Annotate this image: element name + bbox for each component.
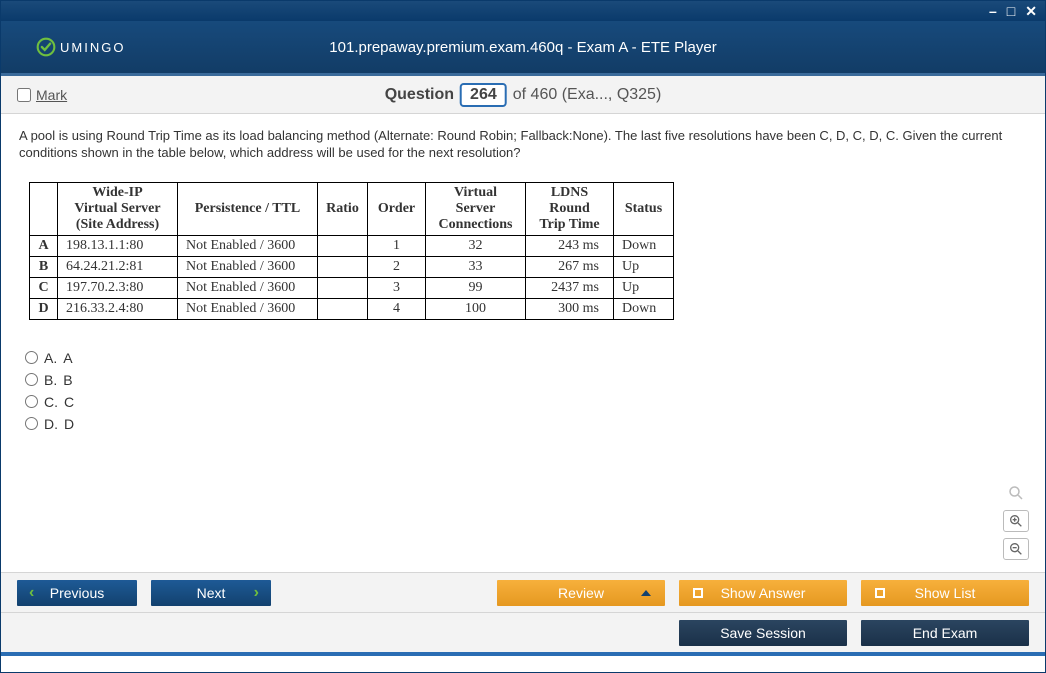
zoom-tools (1003, 482, 1029, 560)
question-indicator: Question 264 of 460 (Exa..., Q325) (385, 83, 662, 107)
mark-checkbox-wrap[interactable]: Mark (17, 87, 67, 103)
question-label: Question (385, 86, 454, 104)
cell-rtt: 267 ms (526, 256, 614, 277)
next-button[interactable]: Next › (151, 580, 271, 606)
answer-text: D (64, 416, 74, 432)
th-order: Order (368, 182, 426, 235)
square-icon (693, 588, 703, 598)
cell-order: 3 (368, 277, 426, 298)
cell-status: Down (614, 298, 674, 319)
cell-wideip: 216.33.2.4:80 (58, 298, 178, 319)
th-rtt: LDNSRoundTrip Time (526, 182, 614, 235)
row-key: D (30, 298, 58, 319)
cell-pers: Not Enabled / 3600 (178, 298, 318, 319)
cell-pers: Not Enabled / 3600 (178, 256, 318, 277)
cell-order: 1 (368, 235, 426, 256)
cell-status: Up (614, 256, 674, 277)
app-header: UMINGO 101.prepaway.premium.exam.460q - … (1, 21, 1045, 76)
th-status: Status (614, 182, 674, 235)
chevron-right-icon: › (254, 584, 259, 602)
answer-letter: A. (44, 350, 57, 366)
answer-radio[interactable] (25, 417, 38, 430)
question-total: of 460 (Exa..., Q325) (513, 86, 662, 104)
answer-option-b[interactable]: B. B (25, 372, 1027, 388)
maximize-icon[interactable]: □ (1005, 4, 1017, 18)
th-vsc: VirtualServerConnections (426, 182, 526, 235)
th-wideip: Wide-IPVirtual Server(Site Address) (58, 182, 178, 235)
content-area: A pool is using Round Trip Time as its l… (1, 114, 1045, 572)
table-row: A198.13.1.1:80Not Enabled / 3600 132243 m… (30, 235, 674, 256)
triangle-up-icon (641, 590, 651, 596)
cell-vsc: 33 (426, 256, 526, 277)
answer-radio[interactable] (25, 351, 38, 364)
review-button[interactable]: Review (497, 580, 665, 606)
show-answer-button[interactable]: Show Answer (679, 580, 847, 606)
close-icon[interactable]: ✕ (1023, 4, 1039, 18)
cell-rtt: 2437 ms (526, 277, 614, 298)
mark-label: Mark (36, 87, 67, 103)
table-row: B64.24.21.2:81Not Enabled / 3600 233267 m… (30, 256, 674, 277)
cell-ratio (318, 235, 368, 256)
nav-button-bar: ‹ Previous Next › Review Show Answer Sho… (1, 572, 1045, 612)
answer-radio[interactable] (25, 395, 38, 408)
mark-checkbox[interactable] (17, 88, 31, 102)
answer-option-d[interactable]: D. D (25, 416, 1027, 432)
cell-ratio (318, 298, 368, 319)
logo: UMINGO (36, 37, 125, 57)
logo-text: UMINGO (60, 40, 125, 55)
save-session-button[interactable]: Save Session (679, 620, 847, 646)
th-ratio: Ratio (318, 182, 368, 235)
row-key: A (30, 235, 58, 256)
magnifier-icon[interactable] (1003, 482, 1029, 504)
answer-text: A (63, 350, 72, 366)
answer-letter: B. (44, 372, 57, 388)
cell-rtt: 243 ms (526, 235, 614, 256)
cell-wideip: 64.24.21.2:81 (58, 256, 178, 277)
table-row: C197.70.2.3:80Not Enabled / 3600 3992437 … (30, 277, 674, 298)
answer-text: C (64, 394, 74, 410)
table-row: D216.33.2.4:80Not Enabled / 3600 4100300 … (30, 298, 674, 319)
square-icon (875, 588, 885, 598)
cell-status: Down (614, 235, 674, 256)
cell-vsc: 99 (426, 277, 526, 298)
question-bar: Mark Question 264 of 460 (Exa..., Q325) (1, 76, 1045, 114)
cell-order: 4 (368, 298, 426, 319)
zoom-in-icon[interactable] (1003, 510, 1029, 532)
answer-letter: D. (44, 416, 58, 432)
show-list-button[interactable]: Show List (861, 580, 1029, 606)
end-exam-button[interactable]: End Exam (861, 620, 1029, 646)
cell-vsc: 32 (426, 235, 526, 256)
answer-options: A. A B. B C. C D. D (25, 350, 1027, 432)
minimize-icon[interactable]: – (987, 4, 999, 18)
th-pers: Persistence / TTL (178, 182, 318, 235)
checkmark-circle-icon (36, 37, 56, 57)
titlebar: – □ ✕ (1, 1, 1045, 21)
cell-wideip: 197.70.2.3:80 (58, 277, 178, 298)
chevron-left-icon: ‹ (29, 584, 34, 602)
cell-vsc: 100 (426, 298, 526, 319)
cell-status: Up (614, 277, 674, 298)
cell-ratio (318, 256, 368, 277)
answer-radio[interactable] (25, 373, 38, 386)
zoom-out-icon[interactable] (1003, 538, 1029, 560)
cell-pers: Not Enabled / 3600 (178, 235, 318, 256)
data-table: Wide-IPVirtual Server(Site Address) Pers… (29, 182, 674, 320)
answer-text: B (63, 372, 72, 388)
cell-pers: Not Enabled / 3600 (178, 277, 318, 298)
page-title: 101.prepaway.premium.exam.460q - Exam A … (329, 39, 716, 56)
row-key: B (30, 256, 58, 277)
answer-option-a[interactable]: A. A (25, 350, 1027, 366)
cell-order: 2 (368, 256, 426, 277)
previous-button[interactable]: ‹ Previous (17, 580, 137, 606)
question-number-box[interactable]: 264 (460, 83, 507, 107)
bottom-accent (1, 652, 1045, 656)
session-button-bar: Save Session End Exam (1, 612, 1045, 652)
cell-ratio (318, 277, 368, 298)
row-key: C (30, 277, 58, 298)
answer-option-c[interactable]: C. C (25, 394, 1027, 410)
cell-rtt: 300 ms (526, 298, 614, 319)
cell-wideip: 198.13.1.1:80 (58, 235, 178, 256)
question-prompt: A pool is using Round Trip Time as its l… (19, 128, 1027, 162)
answer-letter: C. (44, 394, 58, 410)
